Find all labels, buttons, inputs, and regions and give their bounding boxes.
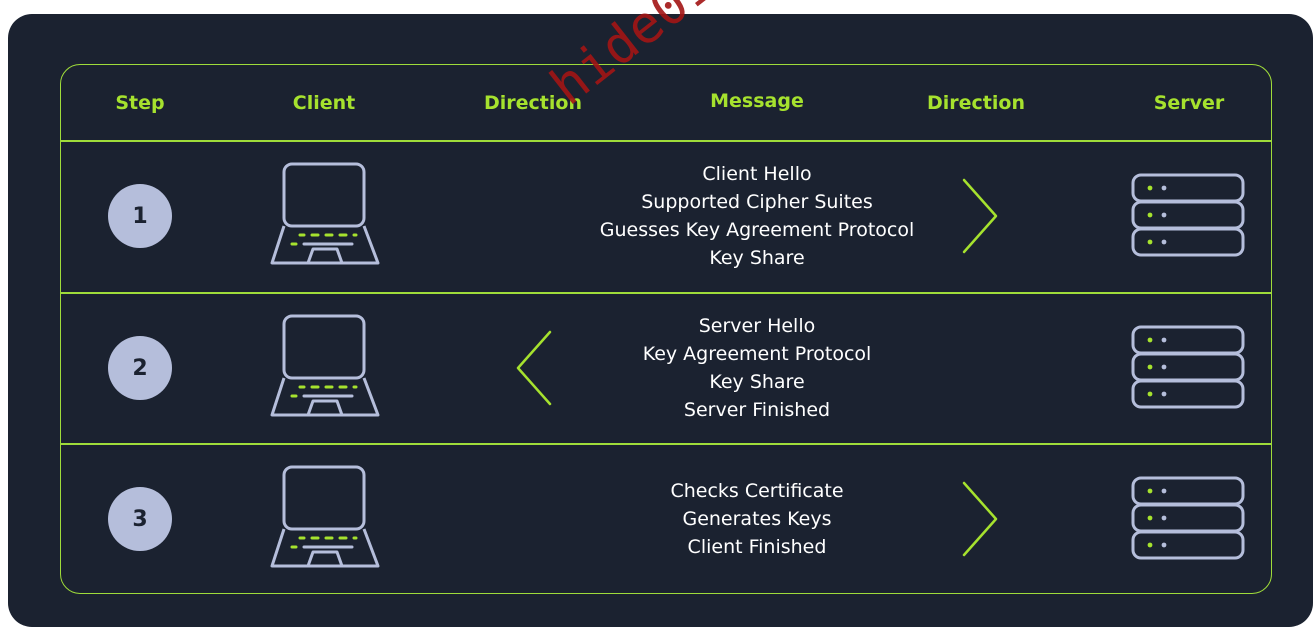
message-line: Generates Keys <box>682 508 832 530</box>
header-step: Step <box>115 92 165 114</box>
row-divider <box>60 443 1272 445</box>
message-line: Server Finished <box>683 399 831 421</box>
message-line: Key Share <box>709 247 805 269</box>
header-message: Message <box>710 90 804 112</box>
chevron-right-icon <box>960 479 1000 563</box>
header-server: Server <box>1153 92 1225 114</box>
server-rack-icon <box>1130 172 1246 264</box>
laptop-icon <box>266 464 386 578</box>
step-number-badge: 3 <box>108 487 172 551</box>
laptop-icon <box>266 161 386 275</box>
message-line: Checks Certificate <box>670 480 844 502</box>
message-line: Client Hello <box>702 163 812 185</box>
message-line: Supported Cipher Suites <box>641 191 873 213</box>
row-divider <box>60 140 1272 142</box>
server-rack-icon <box>1130 475 1246 567</box>
message-line: Client Finished <box>687 536 827 558</box>
step-number-badge: 2 <box>108 336 172 400</box>
message-line: Key Agreement Protocol <box>642 343 872 365</box>
message-line: Server Hello <box>698 315 816 337</box>
laptop-icon <box>266 313 386 427</box>
header-direction-right: Direction <box>927 92 1025 114</box>
header-client: Client <box>292 92 356 114</box>
message-text: Server Hello Key Agreement Protocol Key Sh… <box>643 312 872 424</box>
chevron-right-icon <box>960 176 1000 260</box>
server-rack-icon <box>1130 324 1246 416</box>
message-text: Checks Certificate Generates Keys Client F… <box>670 477 843 561</box>
row-divider <box>60 292 1272 294</box>
message-line: Key Share <box>709 371 805 393</box>
message-text: Client Hello Supported Cipher Suites Guess… <box>600 160 915 272</box>
chevron-left-icon <box>514 328 554 412</box>
step-number-badge: 1 <box>108 184 172 248</box>
message-line: Guesses Key Agreement Protocol <box>599 219 915 241</box>
